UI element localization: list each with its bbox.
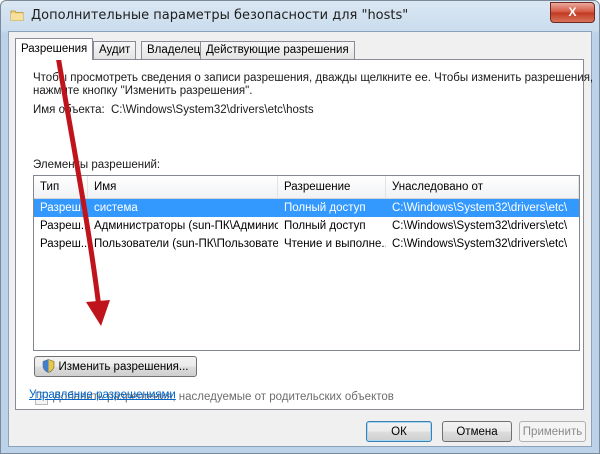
apply-button[interactable]: Применить	[519, 421, 586, 442]
window-title: Дополнительные параметры безопасности дл…	[31, 8, 409, 23]
permission-entries-label: Элементы разрешений:	[33, 159, 161, 171]
table-row[interactable]: Разреш... Пользователи (sun-ПК\Пользоват…	[34, 235, 579, 253]
column-inherited-from[interactable]: Унаследовано от	[386, 176, 579, 198]
permission-entries-list[interactable]: Тип Имя Разрешение Унаследовано от Разре…	[33, 175, 580, 351]
cell-inherited: C:\Windows\System32\drivers\etc\	[392, 202, 568, 214]
manage-permissions-link[interactable]: Управление разрешениями	[29, 389, 176, 401]
cell-permission: Полный доступ	[284, 220, 366, 232]
object-name-label: Имя объекта:	[33, 104, 105, 116]
ok-button[interactable]: ОК	[366, 421, 432, 442]
column-permission[interactable]: Разрешение	[278, 176, 386, 198]
folder-icon	[10, 10, 24, 21]
tab-permissions[interactable]: Разрешения	[15, 38, 94, 60]
cell-name: система	[94, 202, 138, 214]
cell-inherited: C:\Windows\System32\drivers\etc\	[392, 238, 568, 250]
column-type[interactable]: Тип	[34, 176, 88, 198]
title-bar[interactable]: Дополнительные параметры безопасности дл…	[1, 1, 599, 31]
close-button[interactable]: X	[550, 2, 595, 23]
dialog-window: Дополнительные параметры безопасности дл…	[0, 0, 600, 454]
cell-permission: Полный доступ	[284, 202, 366, 214]
cell-type: Разреш...	[40, 238, 88, 250]
cell-type: Разреш...	[40, 220, 88, 232]
hint-text-line2: нажмите кнопку "Изменить разрешения".	[33, 85, 253, 97]
cell-name: Пользователи (sun-ПК\Пользовате...	[94, 238, 278, 250]
tab-audit[interactable]: Аудит	[93, 41, 137, 59]
list-header: Тип Имя Разрешение Унаследовано от	[34, 176, 579, 199]
cancel-button[interactable]: Отмена	[442, 421, 512, 442]
uac-shield-icon	[43, 359, 55, 373]
cell-inherited: C:\Windows\System32\drivers\etc\	[392, 220, 568, 232]
cell-permission: Чтение и выполне...	[284, 238, 386, 250]
object-name-value: C:\Windows\System32\drivers\etc\hosts	[111, 104, 314, 116]
cell-type: Разреш...	[40, 202, 88, 214]
table-row[interactable]: Разреш... Администраторы (sun-ПК\Админис…	[34, 217, 579, 235]
tab-owner[interactable]: Владелец	[141, 41, 207, 59]
table-row[interactable]: Разреш... система Полный доступ C:\Windo…	[34, 199, 579, 217]
hint-text-line1: Чтобы просмотреть сведения о записи разр…	[33, 72, 594, 84]
cell-name: Администраторы (sun-ПК\Админис...	[94, 220, 278, 232]
change-permissions-button[interactable]: Изменить разрешения...	[34, 356, 197, 377]
change-permissions-label: Изменить разрешения...	[58, 361, 189, 373]
tab-effective-permissions[interactable]: Действующие разрешения	[200, 41, 355, 59]
permissions-panel: Чтобы просмотреть сведения о записи разр…	[15, 59, 593, 410]
dialog-body: Разрешения Аудит Владелец Действующие ра…	[8, 31, 593, 447]
column-name[interactable]: Имя	[88, 176, 278, 198]
